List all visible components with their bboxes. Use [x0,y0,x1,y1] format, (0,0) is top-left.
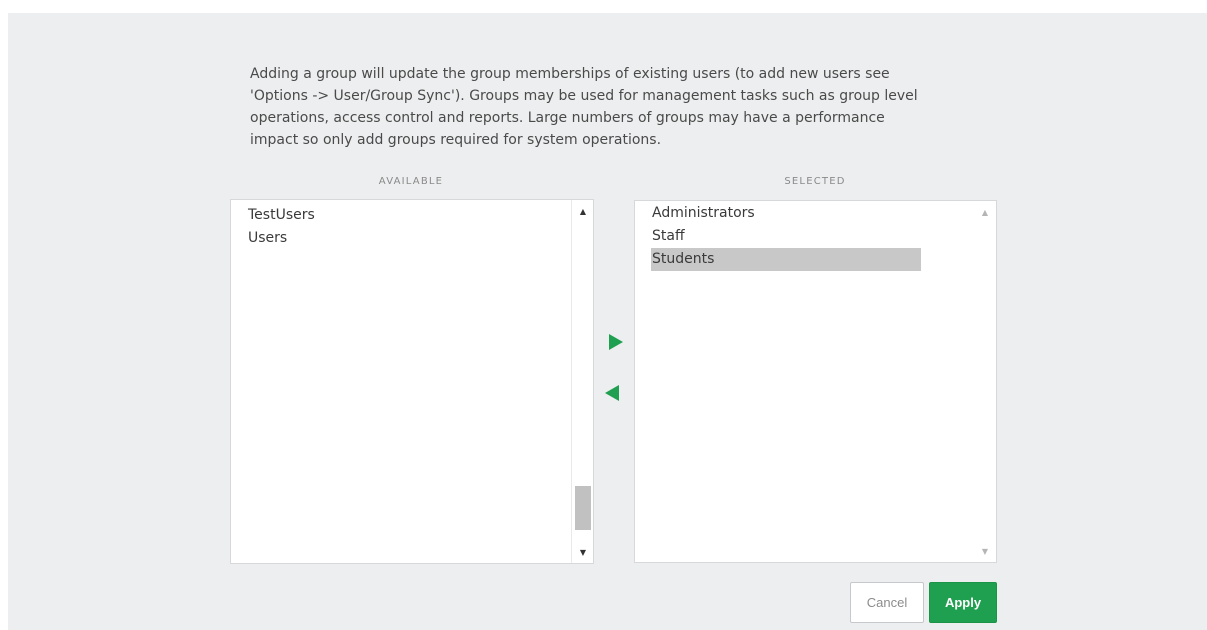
apply-button[interactable]: Apply [929,582,997,623]
selected-items: Administrators Staff Students [651,202,921,271]
available-header: AVAILABLE [378,176,444,187]
selected-item-staff[interactable]: Staff [651,225,921,248]
scroll-down-icon[interactable]: ▼ [572,545,594,561]
selected-scrollbar[interactable]: ▲ ▼ [974,201,996,562]
selected-listbox[interactable]: Administrators Staff Students ▲ ▼ [634,200,997,563]
available-items: TestUsers Users [247,204,315,250]
scroll-up-icon[interactable]: ▲ [572,204,594,220]
move-right-button[interactable] [604,330,628,354]
arrow-left-icon [605,385,619,401]
available-item-testusers[interactable]: TestUsers [247,204,315,227]
description-text: Adding a group will update the group mem… [250,66,918,148]
selected-item-administrators[interactable]: Administrators [651,202,921,225]
move-left-button[interactable] [600,381,624,405]
selected-header: SELECTED [784,176,846,187]
scroll-down-icon[interactable]: ▼ [974,544,996,560]
selected-item-students[interactable]: Students [651,248,921,271]
arrow-right-icon [609,334,623,350]
scroll-thumb[interactable] [575,486,591,530]
scroll-up-icon[interactable]: ▲ [974,205,996,221]
cancel-button[interactable]: Cancel [850,582,924,623]
available-scrollbar[interactable]: ▲ ▼ [571,200,593,563]
available-listbox[interactable]: TestUsers Users ▲ ▼ [230,199,594,564]
available-item-users[interactable]: Users [247,227,315,250]
